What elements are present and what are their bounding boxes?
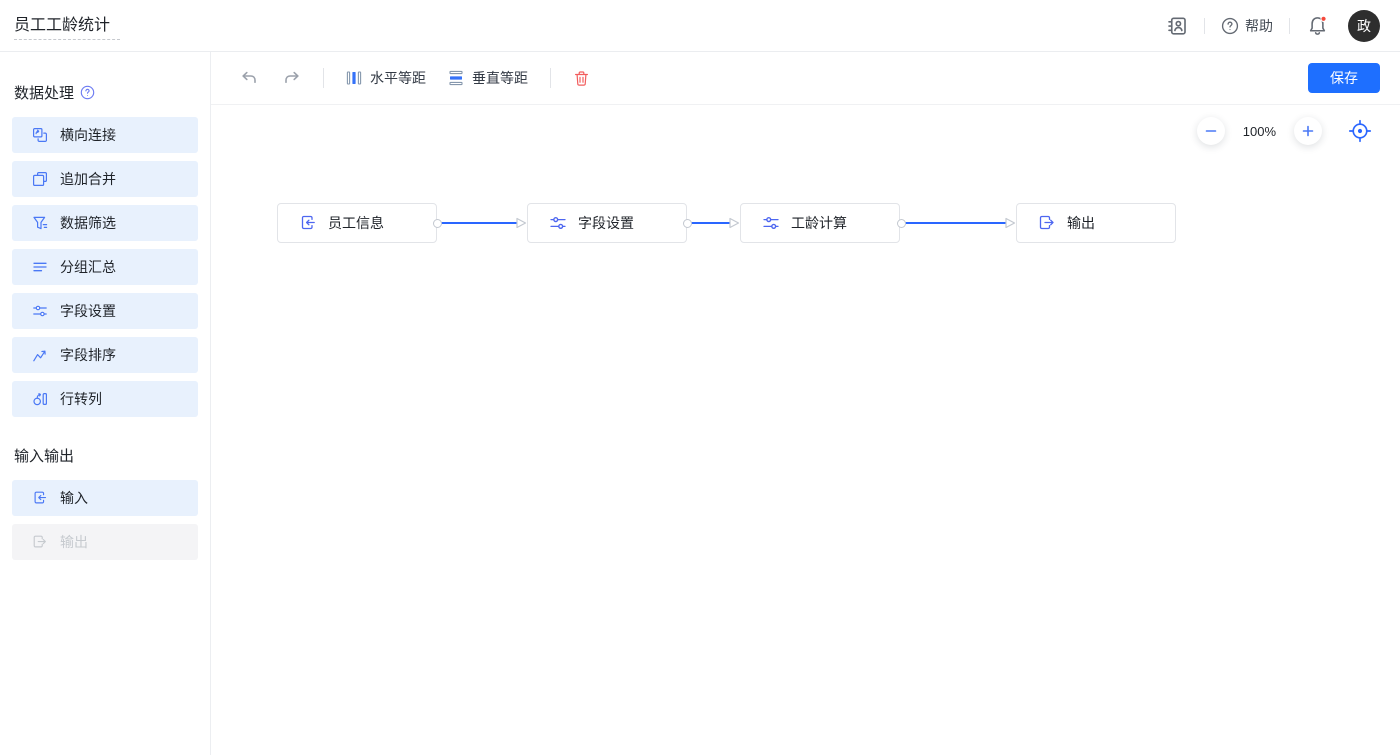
zoom-in-button[interactable] [1294,117,1322,145]
sidebar-item-group-summary[interactable]: 分组汇总 [12,249,198,285]
input-icon [32,490,48,506]
sidebar-item-label: 输出 [60,534,88,550]
header-actions: 帮助 政 [1166,9,1380,42]
connection-source-port [897,218,906,228]
sidebar-item-label: 行转列 [60,391,102,407]
sidebar-item-join[interactable]: 横向连接 [12,117,198,153]
sidebar-item-label: 输入 [60,490,88,506]
vertical-spacing-label: 垂直等距 [472,70,528,86]
input-icon [299,214,317,232]
connection-source-port [433,218,442,228]
sidebar-item-label: 字段排序 [60,347,116,363]
header-divider [1289,17,1290,34]
field-sort-icon [32,347,48,363]
sidebar-item-label: 横向连接 [60,127,116,143]
sidebar-item-field-settings[interactable]: 字段设置 [12,293,198,329]
flow-node-field-settings[interactable]: 字段设置 [527,203,687,243]
node-label: 员工信息 [328,215,384,231]
sidebar-item-append-merge[interactable]: 追加合并 [12,161,198,197]
help-icon [1221,17,1239,35]
bell-icon[interactable] [1306,15,1328,37]
section-title-label: 输入输出 [14,448,75,465]
sidebar-item-output: 输出 [12,524,198,560]
node-label: 字段设置 [578,215,634,231]
filter-icon [32,215,48,231]
output-icon [1038,214,1056,232]
flow-node-employee-info[interactable]: 员工信息 [277,203,437,243]
connection-1[interactable] [433,216,527,230]
locate-icon[interactable] [1348,119,1372,143]
node-label: 输出 [1067,215,1095,231]
field-settings-icon [32,303,48,319]
output-icon [32,534,48,550]
flow-canvas[interactable]: 100% 员工信息 字段设置 工龄计算 输出 [211,105,1400,755]
app: 员工工龄统计 帮助 政 数据处理 横向连接 追加合并 数据筛选 分组汇总 字段设… [0,0,1400,755]
field-settings-icon [549,214,567,232]
sidebar-item-filter[interactable]: 数据筛选 [12,205,198,241]
connection-line [691,222,730,224]
row-to-column-icon [32,391,48,407]
connection-source-port [683,218,692,228]
vertical-spacing-button[interactable]: 垂直等距 [448,68,528,88]
connection-arrow [729,216,740,230]
connection-line [441,222,517,224]
zoom-level: 100% [1242,123,1276,139]
sidebar-item-label: 追加合并 [60,171,116,187]
sidebar-item-row-to-column[interactable]: 行转列 [12,381,198,417]
contacts-icon[interactable] [1166,15,1188,37]
field-settings-icon [762,214,780,232]
section-help-icon[interactable] [80,85,95,100]
main-area: 水平等距 垂直等距 保存 100% 员工信息 字段设置 工龄计算 输出 [211,52,1400,755]
sidebar-item-field-sort[interactable]: 字段排序 [12,337,198,373]
horizontal-spacing-icon [346,70,362,86]
avatar[interactable]: 政 [1348,9,1380,42]
flow-node-seniority-calc[interactable]: 工龄计算 [740,203,900,243]
vertical-spacing-icon [448,70,464,86]
header-divider [1204,17,1205,34]
zoom-out-button[interactable] [1196,117,1225,145]
top-header: 员工工龄统计 帮助 政 [0,0,1400,52]
zoom-controls: 100% [1196,117,1372,145]
section-title-data-processing: 数据处理 [14,82,196,103]
redo-icon[interactable] [283,69,301,87]
sidebar: 数据处理 横向连接 追加合并 数据筛选 分组汇总 字段设置 字段排序 行转列 输… [0,52,211,755]
toolbar-divider [550,68,551,88]
section-title-label: 数据处理 [14,85,75,102]
connection-2[interactable] [683,216,740,230]
undo-icon[interactable] [240,69,258,87]
join-icon [32,127,48,143]
connection-3[interactable] [897,216,1016,230]
sidebar-item-input[interactable]: 输入 [12,480,198,516]
page-title[interactable]: 员工工龄统计 [14,11,121,40]
connection-arrow [516,216,527,230]
horizontal-spacing-label: 水平等距 [370,70,426,86]
help-button[interactable]: 帮助 [1221,16,1273,36]
save-button[interactable]: 保存 [1308,63,1380,93]
append-merge-icon [32,171,48,187]
canvas-toolbar: 水平等距 垂直等距 保存 [211,52,1400,105]
section-title-input-output: 输入输出 [14,445,196,466]
connection-arrow [1005,216,1016,230]
sidebar-item-label: 分组汇总 [60,259,116,275]
help-label: 帮助 [1245,17,1273,34]
flow-node-output[interactable]: 输出 [1016,203,1176,243]
toolbar-divider [323,68,324,88]
sidebar-item-label: 字段设置 [60,303,116,319]
sidebar-item-label: 数据筛选 [60,215,116,231]
node-label: 工龄计算 [791,215,847,231]
connection-line [905,222,1006,224]
horizontal-spacing-button[interactable]: 水平等距 [346,68,426,88]
trash-icon[interactable] [573,70,590,87]
group-summary-icon [32,259,48,275]
